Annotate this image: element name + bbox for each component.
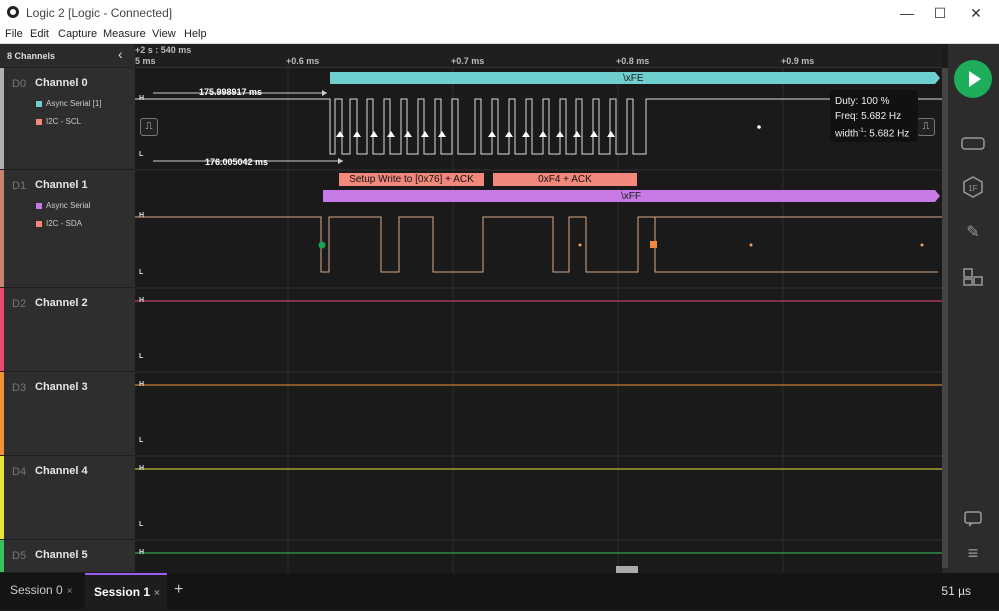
session-tabs: Session 0 × Session 1 × + 51 µs <box>0 573 999 609</box>
add-tab-button[interactable]: + <box>174 573 190 609</box>
analyzer-label[interactable]: I2C - SCL <box>46 117 81 126</box>
ruler-start: 5 ms <box>135 56 156 66</box>
tab-session-1[interactable]: Session 1 × <box>85 573 167 609</box>
measurement-tooltip: Duty: 100 % Freq: 5.682 Hz width-1: 5.68… <box>830 90 918 142</box>
ruler-tick-label: +0.7 ms <box>451 56 485 66</box>
analyzer-color-swatch <box>36 221 42 227</box>
analyzer-label[interactable]: Async Serial <box>46 201 90 210</box>
channel-id: D0 <box>12 78 27 90</box>
waveform-plot[interactable]: +2 s : 540 ms 5 ms +0.6 ms +0.7 ms +0.8 … <box>135 44 942 573</box>
close-button[interactable]: ✕ <box>953 0 999 26</box>
i2c-frame[interactable]: 0xF4 + ACK <box>493 173 637 186</box>
app-logo-icon <box>7 6 19 18</box>
comment-icon[interactable] <box>960 508 986 530</box>
freq-value: Freq: 5.682 Hz <box>835 111 902 122</box>
width-value: width-1: 5.682 Hz <box>835 128 910 140</box>
menu-help[interactable]: Help <box>184 28 207 40</box>
low-label: L <box>139 521 144 528</box>
async-frame-label: \xFE <box>623 73 644 84</box>
zoom-level: 51 µs <box>941 584 971 598</box>
channel-row-4[interactable]: D4 Channel 4 <box>0 456 135 540</box>
channel-color-bar <box>0 68 4 169</box>
channel-row-0[interactable]: D0 Channel 0 Async Serial [1] I2C - SCL <box>0 68 135 170</box>
ruler-tick-label: +0.6 ms <box>286 56 320 66</box>
channel-name[interactable]: Channel 2 <box>35 297 88 309</box>
channel-id: D4 <box>12 466 27 478</box>
async-frame-label: \xFF <box>621 191 641 202</box>
channel-row-3[interactable]: D3 Channel 3 <box>0 372 135 456</box>
waveform-canvas[interactable] <box>135 68 942 573</box>
channel-name[interactable]: Channel 4 <box>35 465 88 477</box>
timing-measurement[interactable]: 176.005042 ms <box>205 157 268 167</box>
hex-icon[interactable]: 1F <box>960 176 986 198</box>
menu-icon[interactable]: ≡ <box>960 542 986 564</box>
menu-bar: File Edit Capture Measure View Help <box>0 26 999 44</box>
channel-color-bar <box>0 540 4 572</box>
channel-0-trace <box>135 98 942 155</box>
channel-color-bar <box>0 288 4 371</box>
channel-name[interactable]: Channel 1 <box>35 179 88 191</box>
menu-capture[interactable]: Capture <box>58 28 97 40</box>
time-ruler[interactable]: +2 s : 540 ms 5 ms +0.6 ms +0.7 ms +0.8 … <box>135 44 942 68</box>
ruler-offset: +2 s : 540 ms <box>135 45 192 55</box>
channel-color-bar <box>0 456 4 539</box>
analyzer-color-swatch <box>36 101 42 107</box>
i2c-frame[interactable]: Setup Write to [0x76] + ACK <box>339 173 484 186</box>
channel-row-5[interactable]: D5 Channel 5 <box>0 540 135 573</box>
high-label: H <box>139 465 145 472</box>
close-tab-icon[interactable]: × <box>67 586 73 597</box>
pulse-measure-icon[interactable]: ⎍ <box>140 118 158 136</box>
low-label: L <box>139 269 144 276</box>
low-label: L <box>139 437 144 444</box>
low-label: L <box>139 353 144 360</box>
collapse-sidebar-icon[interactable]: ‹ <box>118 46 123 62</box>
channel-id: D1 <box>12 180 27 192</box>
channel-name[interactable]: Channel 0 <box>35 77 88 89</box>
channel-row-1[interactable]: D1 Channel 1 Async Serial I2C - SDA <box>0 170 135 288</box>
channel-id: D2 <box>12 298 27 310</box>
analyzer-color-swatch <box>36 203 42 209</box>
channel-color-bar <box>0 170 4 287</box>
measure-icon[interactable]: ✎ <box>960 222 986 244</box>
high-label: H <box>139 297 145 304</box>
tab-session-0[interactable]: Session 0 × <box>0 573 84 609</box>
high-label: H <box>139 212 145 219</box>
duty-value: Duty: 100 % <box>835 96 890 107</box>
channel-id: D3 <box>12 382 27 394</box>
channel-name[interactable]: Channel 3 <box>35 381 88 393</box>
right-toolbar: 1F ✎ ≡ <box>948 44 999 573</box>
high-label: H <box>139 549 145 556</box>
menu-file[interactable]: File <box>5 28 23 40</box>
analyzers-icon[interactable] <box>960 132 986 154</box>
channel-id: D5 <box>12 550 27 562</box>
menu-view[interactable]: View <box>152 28 176 40</box>
analyzer-label[interactable]: Async Serial [1] <box>46 99 102 108</box>
horizontal-scroll-thumb[interactable] <box>616 566 638 573</box>
channel-1-trace <box>135 216 942 273</box>
channel-sidebar: 8 Channels ‹ D0 Channel 0 Async Serial [… <box>0 44 135 573</box>
ruler-tick-label: +0.9 ms <box>781 56 815 66</box>
low-label: L <box>139 151 144 158</box>
menu-measure[interactable]: Measure <box>103 28 146 40</box>
high-label: H <box>139 381 145 388</box>
analyzer-label[interactable]: I2C - SDA <box>46 219 82 228</box>
analyzer-color-swatch <box>36 119 42 125</box>
ruler-tick-label: +0.8 ms <box>616 56 650 66</box>
title-bar: Logic 2 [Logic - Connected] — ☐ ✕ <box>0 0 999 26</box>
pulse-measure-icon[interactable]: ⎍ <box>917 118 935 136</box>
high-label: H <box>139 95 145 102</box>
channel-row-2[interactable]: D2 Channel 2 <box>0 288 135 372</box>
menu-edit[interactable]: Edit <box>30 28 49 40</box>
timing-measurement[interactable]: 175.998917 ms <box>199 87 262 97</box>
window-title: Logic 2 [Logic - Connected] <box>26 6 173 20</box>
channel-color-bar <box>0 372 4 455</box>
close-tab-icon[interactable]: × <box>154 588 160 599</box>
channel-name[interactable]: Channel 5 <box>35 549 88 561</box>
play-icon[interactable] <box>954 60 992 98</box>
extensions-icon[interactable] <box>960 266 986 288</box>
sidebar-header: 8 Channels ‹ <box>0 44 135 68</box>
timing-measurement-lines <box>153 90 343 164</box>
channel-count: 8 Channels <box>7 51 56 61</box>
